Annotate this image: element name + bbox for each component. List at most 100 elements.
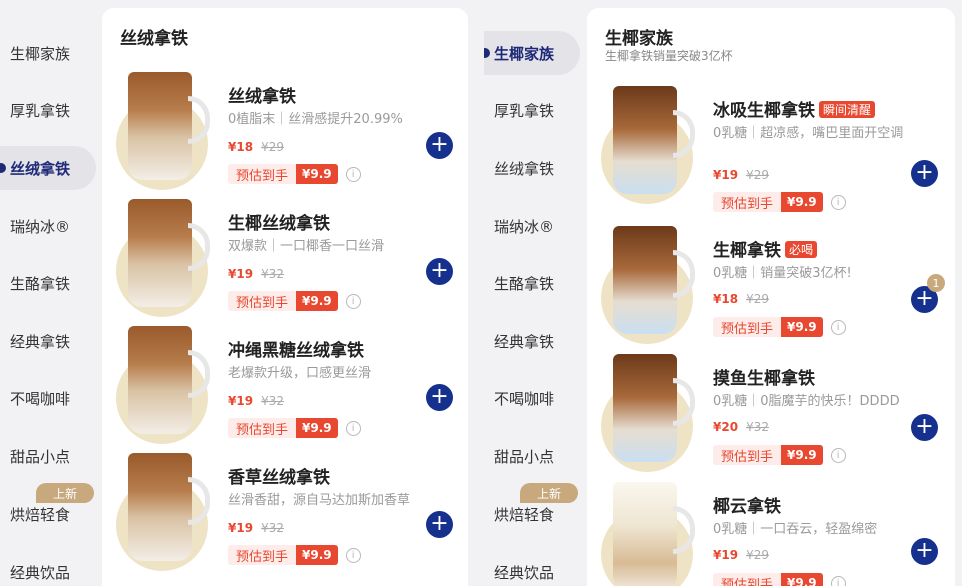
price-row: ¥19 ¥29 <box>713 548 769 562</box>
product-item[interactable]: 摸鱼生椰拿铁 0乳糖｜0脂魔芋的快乐！DDDD ¥20 ¥32 预估到手 ¥9.9 i… <box>587 352 955 476</box>
product-list-card: 丝绒拿铁 丝绒拿铁 0植脂末｜丝滑感提升20.99% ¥18 ¥29 预估到手 ¥9… <box>102 8 468 586</box>
product-price: ¥19 <box>713 548 739 562</box>
product-list-card: 生椰家族 生椰拿铁销量突破3亿杯 冰吸生椰拿铁 瞬间清醒 0乳糖｜超凉感，嘴巴里面… <box>587 8 955 586</box>
product-item[interactable]: 冰吸生椰拿铁 瞬间清醒 0乳糖｜超凉感，嘴巴里面开空调 ¥19 ¥29 预估到手 ¥9… <box>587 84 955 224</box>
sidebar-item-coconut[interactable]: 生椰家族 <box>484 31 580 75</box>
add-to-cart-button[interactable]: + <box>911 414 938 441</box>
info-icon[interactable]: i <box>345 547 361 563</box>
product-item[interactable]: 丝绒拿铁 0植脂末｜丝滑感提升20.99% ¥18 ¥29 预估到手 ¥9.9 i + <box>102 70 468 194</box>
product-name: 冲绳黑糖丝绒拿铁 <box>228 341 364 361</box>
sidebar-item-classic-drinks[interactable]: 经典饮品 <box>484 550 580 586</box>
sidebar-item-label: 厚乳拿铁 <box>494 101 555 120</box>
product-desc: 老爆款升级，口感更丝滑 <box>228 366 372 381</box>
promo-row: 预估到手 ¥9.9 i <box>713 572 846 586</box>
add-to-cart-button[interactable]: + <box>911 160 938 187</box>
promo-label: 预估到手 <box>713 445 782 465</box>
product-desc: 0乳糖｜一口吞云，轻盈绵密 <box>713 522 878 537</box>
sidebar-item-label: 丝绒拿铁 <box>494 159 555 178</box>
sidebar-item-no-coffee[interactable]: 不喝咖啡 <box>0 376 96 420</box>
sidebar-item-label: 生酪拿铁 <box>10 274 71 293</box>
sidebar-item-bakery[interactable]: 烘焙轻食 <box>0 492 96 536</box>
sidebar-item-no-coffee[interactable]: 不喝咖啡 <box>484 376 580 420</box>
info-icon[interactable]: i <box>830 319 846 335</box>
category-sidebar[interactable]: 生椰家族 厚乳拿铁 丝绒拿铁 瑞纳冰® 生酪拿铁 经典拿铁 不喝咖啡 甜品小点 … <box>0 0 100 586</box>
promo-row: 预估到手 ¥9.9 i <box>713 191 846 213</box>
info-icon[interactable]: i <box>830 447 846 463</box>
product-price: ¥18 <box>713 292 739 306</box>
sidebar-item-cheese[interactable]: 生酪拿铁 <box>0 261 96 305</box>
original-price: ¥32 <box>261 521 284 535</box>
original-price: ¥29 <box>746 292 769 306</box>
sidebar-item-label: 瑞纳冰® <box>494 217 555 236</box>
product-image <box>128 199 192 307</box>
info-icon[interactable]: i <box>345 420 361 436</box>
sidebar-item-label: 甜品小点 <box>494 447 555 466</box>
price-row: ¥19 ¥32 <box>228 394 284 408</box>
sidebar-item-label: 烘焙轻食 <box>10 505 71 524</box>
promo-label: 预估到手 <box>228 545 297 565</box>
product-item[interactable]: 椰云拿铁 0乳糖｜一口吞云，轻盈绵密 ¥19 ¥29 预估到手 ¥9.9 i + <box>587 480 955 586</box>
info-icon[interactable]: i <box>830 575 846 586</box>
product-image <box>128 453 192 561</box>
product-desc: 双爆款｜一口椰香一口丝滑 <box>228 239 385 254</box>
sidebar-item-velvet[interactable]: 丝绒拿铁 <box>0 146 96 190</box>
original-price: ¥29 <box>746 168 769 182</box>
price-row: ¥20 ¥32 <box>713 420 769 434</box>
product-image <box>613 86 677 194</box>
info-icon[interactable]: i <box>345 293 361 309</box>
product-desc: 0植脂末｜丝滑感提升20.99% <box>228 112 403 127</box>
category-sidebar[interactable]: 生椰家族 厚乳拿铁 丝绒拿铁 瑞纳冰® 生酪拿铁 经典拿铁 不喝咖啡 甜品小点 … <box>484 0 584 586</box>
sidebar-item-thick-milk[interactable]: 厚乳拿铁 <box>484 88 580 132</box>
product-item[interactable]: 冲绳黑糖丝绒拿铁 老爆款升级，口感更丝滑 ¥19 ¥32 预估到手 ¥9.9 i + <box>102 324 468 448</box>
sidebar-item-classic-latte[interactable]: 经典拿铁 <box>484 319 580 363</box>
product-name-text: 冰吸生椰拿铁 <box>713 101 815 121</box>
sidebar-item-classic-latte[interactable]: 经典拿铁 <box>0 319 96 363</box>
add-to-cart-button[interactable]: + <box>426 132 453 159</box>
product-name: 生椰丝绒拿铁 <box>228 214 330 234</box>
product-image <box>128 326 192 434</box>
info-icon[interactable]: i <box>345 166 361 182</box>
cart-count-badge: 1 <box>927 274 945 292</box>
add-to-cart-button[interactable]: + <box>426 384 453 411</box>
promo-label: 预估到手 <box>713 573 782 586</box>
sidebar-item-bakery[interactable]: 烘焙轻食 <box>484 492 580 536</box>
promo-price: ¥9.9 <box>781 445 823 465</box>
original-price: ¥29 <box>261 140 284 154</box>
product-image <box>613 354 677 462</box>
sidebar-item-frappe[interactable]: 瑞纳冰® <box>484 204 580 248</box>
promo-price: ¥9.9 <box>296 164 338 184</box>
sidebar-item-thick-milk[interactable]: 厚乳拿铁 <box>0 88 96 132</box>
promo-price: ¥9.9 <box>781 192 823 212</box>
sidebar-item-label: 瑞纳冰® <box>10 217 71 236</box>
sidebar-item-velvet[interactable]: 丝绒拿铁 <box>484 146 580 190</box>
product-desc: 丝滑香甜，源自马达加斯加香草 <box>228 493 411 508</box>
sidebar-item-label: 丝绒拿铁 <box>10 159 71 178</box>
sidebar-item-frappe[interactable]: 瑞纳冰® <box>0 204 96 248</box>
sidebar-item-cheese[interactable]: 生酪拿铁 <box>484 261 580 305</box>
product-price: ¥19 <box>228 521 254 535</box>
sidebar-item-label: 不喝咖啡 <box>10 389 71 408</box>
product-name: 丝绒拿铁 <box>228 87 296 107</box>
promo-label: 预估到手 <box>228 418 297 438</box>
sidebar-item-label: 经典饮品 <box>494 563 555 582</box>
product-item[interactable]: 香草丝绒拿铁 丝滑香甜，源自马达加斯加香草 ¥19 ¥32 预估到手 ¥9.9 i + <box>102 451 468 575</box>
info-icon[interactable]: i <box>830 194 846 210</box>
sidebar-item-coconut[interactable]: 生椰家族 <box>0 31 96 75</box>
sidebar-item-desserts[interactable]: 甜品小点 <box>484 434 580 478</box>
product-item[interactable]: 生椰拿铁 必喝 0乳糖｜销量突破3亿杯! ¥18 ¥29 预估到手 ¥9.9 i + 1 <box>587 224 955 348</box>
sidebar-item-classic-drinks[interactable]: 经典饮品 <box>0 550 96 586</box>
section-title: 生椰家族 <box>605 29 673 49</box>
promo-label: 预估到手 <box>228 291 297 311</box>
sidebar-item-desserts[interactable]: 甜品小点 <box>0 434 96 478</box>
product-tag: 瞬间清醒 <box>819 101 876 118</box>
add-to-cart-button[interactable]: + <box>911 538 938 565</box>
product-name-text: 生椰拿铁 <box>713 241 781 261</box>
product-item[interactable]: 生椰丝绒拿铁 双爆款｜一口椰香一口丝滑 ¥19 ¥32 预估到手 ¥9.9 i + <box>102 197 468 321</box>
product-price: ¥19 <box>713 168 739 182</box>
promo-price: ¥9.9 <box>296 418 338 438</box>
promo-row: 预估到手 ¥9.9 i <box>228 544 361 566</box>
add-to-cart-button[interactable]: + <box>426 511 453 538</box>
add-to-cart-button[interactable]: + <box>426 258 453 285</box>
promo-price: ¥9.9 <box>296 291 338 311</box>
product-image <box>613 226 677 334</box>
